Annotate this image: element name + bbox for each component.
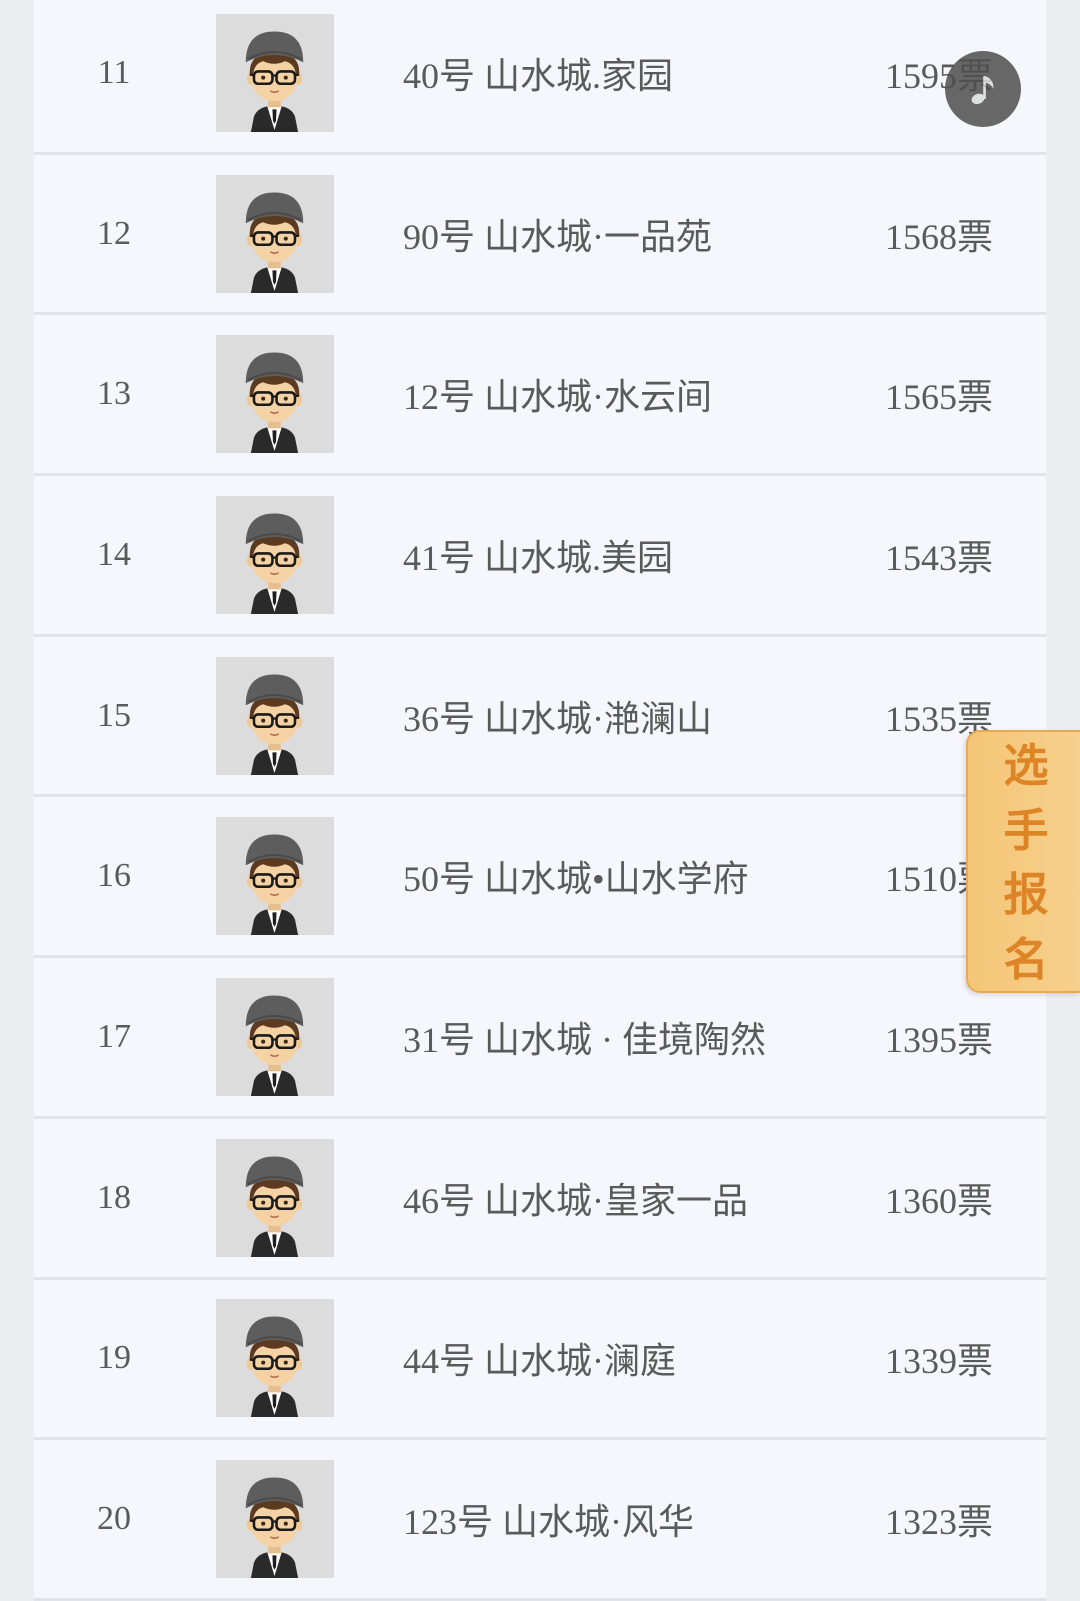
ranking-row[interactable]: 12 90号 山水城·一品苑 1568票	[34, 154, 1046, 316]
user-avatar-icon	[216, 335, 334, 453]
contestant-name: 12号 山水城·水云间	[403, 377, 712, 418]
vote-count: 1565票	[885, 377, 994, 418]
avatar	[216, 335, 334, 454]
contestant-name: 46号 山水城·皇家一品	[403, 1180, 748, 1221]
contestant-name: 36号 山水城·滟澜山	[403, 698, 712, 739]
user-avatar-icon	[216, 657, 334, 775]
ranking-row[interactable]: 20 123号 山水城·风华 1323票	[34, 1440, 1046, 1601]
contestant-name: 50号 山水城•山水学府	[403, 859, 749, 900]
vote-count: 1323票	[885, 1502, 994, 1543]
contestant-name: 44号 山水城·澜庭	[403, 1341, 676, 1382]
ranking-row[interactable]: 19 44号 山水城·澜庭 1339票	[34, 1279, 1046, 1441]
ranking-row[interactable]: 14 41号 山水城.美园 1543票	[34, 476, 1046, 637]
rank-number: 19	[97, 1339, 131, 1377]
rank-number: 20	[97, 1500, 131, 1538]
avatar	[216, 656, 334, 775]
rank-number: 13	[97, 375, 131, 413]
ranking-row[interactable]: 16 50号 山水城•山水学府 1510票	[34, 797, 1046, 959]
ranking-list: 11 40号 山水城.家园 1595票 12 90号 山水城·一品苑 1568票…	[34, 0, 1046, 1601]
contestant-name: 90号 山水城·一品苑	[403, 216, 712, 257]
avatar	[216, 1138, 334, 1257]
rank-number: 17	[97, 1017, 131, 1055]
vote-count: 1568票	[885, 216, 994, 257]
music-note-icon	[971, 75, 994, 105]
contestant-name: 123号 山水城·风华	[403, 1502, 694, 1543]
avatar	[216, 977, 334, 1096]
ranking-row[interactable]: 18 46号 山水城·皇家一品 1360票	[34, 1118, 1046, 1280]
rank-number: 18	[97, 1178, 131, 1216]
avatar	[216, 495, 334, 614]
user-avatar-icon	[216, 978, 334, 1096]
user-avatar-icon	[216, 817, 334, 935]
rank-number: 12	[97, 214, 131, 252]
vote-count: 1395票	[885, 1019, 994, 1060]
contestant-signup-tab[interactable]: 选手报名	[966, 730, 1080, 993]
ranking-row[interactable]: 13 12号 山水城·水云间 1565票	[34, 315, 1046, 477]
vote-count: 1543票	[885, 537, 994, 578]
music-toggle-button[interactable]	[945, 51, 1021, 127]
contestant-name: 41号 山水城.美园	[403, 537, 674, 578]
avatar	[216, 817, 334, 936]
rank-number: 15	[97, 696, 131, 734]
vote-count: 1360票	[885, 1180, 994, 1221]
ranking-row[interactable]: 11 40号 山水城.家园 1595票	[34, 0, 1046, 155]
avatar	[216, 174, 334, 293]
ranking-row[interactable]: 15 36号 山水城·滟澜山 1535票	[34, 636, 1046, 798]
user-avatar-icon	[216, 14, 334, 132]
user-avatar-icon	[216, 1139, 334, 1257]
contestant-name: 40号 山水城.家园	[403, 55, 674, 96]
user-avatar-icon	[216, 1460, 334, 1578]
contestant-name: 31号 山水城 · 佳境陶然	[403, 1019, 766, 1060]
user-avatar-icon	[216, 175, 334, 293]
avatar	[216, 1299, 334, 1418]
avatar	[216, 13, 334, 132]
avatar	[216, 1460, 334, 1579]
vote-count: 1339票	[885, 1341, 994, 1382]
rank-number: 16	[97, 857, 131, 895]
rank-number: 11	[97, 53, 131, 91]
rank-number: 14	[97, 535, 131, 573]
user-avatar-icon	[216, 1299, 334, 1417]
signup-tab-label: 选手报名	[1003, 739, 1049, 987]
ranking-row[interactable]: 17 31号 山水城 · 佳境陶然 1395票	[34, 958, 1046, 1119]
user-avatar-icon	[216, 496, 334, 614]
